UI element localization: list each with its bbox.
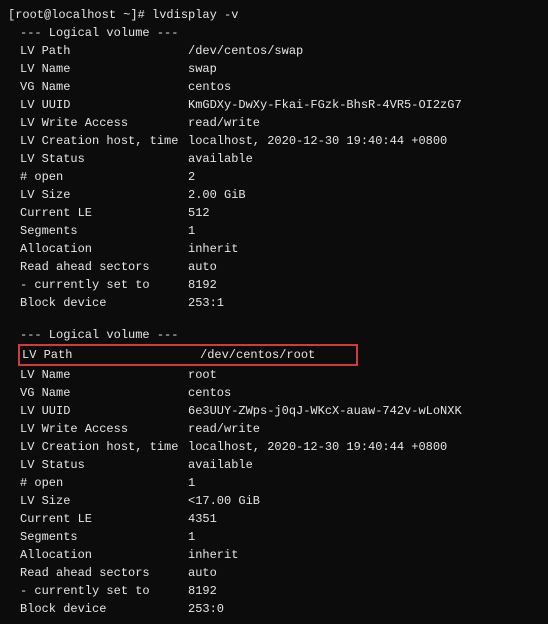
open-count: # open1	[8, 474, 540, 492]
lv-path: LV Path/dev/centos/root	[22, 346, 356, 364]
value: centos	[188, 386, 231, 400]
value: <17.00 GiB	[188, 494, 260, 508]
label: Current LE	[8, 510, 188, 528]
lv-creation: LV Creation host, time localhost, 2020-1…	[8, 132, 540, 150]
lv-uuid: LV UUIDKmGDXy-DwXy-Fkai-FGzk-BhsR-4VR5-O…	[8, 96, 540, 114]
read-ahead: Read ahead sectorsauto	[8, 564, 540, 582]
value: 6e3UUY-ZWps-j0qJ-WKcX-auaw-742v-wLoNXK	[188, 404, 462, 418]
value: read/write	[188, 116, 260, 130]
label: Read ahead sectors	[8, 564, 188, 582]
value: localhost, 2020-12-30 19:40:44 +0800	[188, 134, 447, 148]
label: - currently set to	[8, 276, 188, 294]
lv-size: LV Size2.00 GiB	[8, 186, 540, 204]
value: 2.00 GiB	[188, 188, 246, 202]
label: LV Name	[8, 60, 188, 78]
label: VG Name	[8, 78, 188, 96]
highlight-box: LV Path/dev/centos/root	[18, 344, 358, 366]
value: 253:1	[188, 296, 224, 310]
label: Segments	[8, 222, 188, 240]
lv-write-access: LV Write Accessread/write	[8, 420, 540, 438]
segments: Segments1	[8, 222, 540, 240]
value: inherit	[188, 548, 238, 562]
value: auto	[188, 566, 217, 580]
currently-set: - currently set to8192	[8, 276, 540, 294]
block-device: Block device253:0	[8, 600, 540, 618]
label: Read ahead sectors	[8, 258, 188, 276]
value: KmGDXy-DwXy-Fkai-FGzk-BhsR-4VR5-OI2zG7	[188, 98, 462, 112]
label: LV Write Access	[8, 114, 188, 132]
lv-status: LV Statusavailable	[8, 150, 540, 168]
lv-path: LV Path/dev/centos/swap	[8, 42, 540, 60]
lv-size: LV Size<17.00 GiB	[8, 492, 540, 510]
lv-name: LV Nameswap	[8, 60, 540, 78]
blank-line	[8, 312, 540, 326]
label: LV Write Access	[8, 420, 188, 438]
label: LV Status	[8, 150, 188, 168]
label: LV UUID	[8, 96, 188, 114]
allocation: Allocationinherit	[8, 546, 540, 564]
label: LV Size	[8, 492, 188, 510]
lv-name: LV Nameroot	[8, 366, 540, 384]
value: 1	[188, 224, 195, 238]
label: # open	[8, 168, 188, 186]
value: /dev/centos/swap	[188, 44, 303, 58]
value: centos	[188, 80, 231, 94]
label: LV Path	[8, 42, 188, 60]
value: 8192	[188, 584, 217, 598]
value: read/write	[188, 422, 260, 436]
value: 1	[188, 530, 195, 544]
allocation: Allocationinherit	[8, 240, 540, 258]
label: LV UUID	[8, 402, 188, 420]
value: 512	[188, 206, 210, 220]
label: Segments	[8, 528, 188, 546]
value: available	[188, 458, 253, 472]
value: localhost, 2020-12-30 19:40:44 +0800	[188, 440, 447, 454]
label: LV Size	[8, 186, 188, 204]
value: inherit	[188, 242, 238, 256]
label: Allocation	[8, 240, 188, 258]
value: 2	[188, 170, 195, 184]
label: - currently set to	[8, 582, 188, 600]
value: 253:0	[188, 602, 224, 616]
label: Current LE	[8, 204, 188, 222]
label: # open	[8, 474, 188, 492]
vg-name: VG Namecentos	[8, 384, 540, 402]
block-device: Block device253:1	[8, 294, 540, 312]
lv-uuid: LV UUID6e3UUY-ZWps-j0qJ-WKcX-auaw-742v-w…	[8, 402, 540, 420]
label: Block device	[8, 600, 188, 618]
command-prompt: [root@localhost ~]# lvdisplay -v	[8, 6, 540, 24]
label: LV Creation host, time	[8, 438, 188, 456]
lv-divider: --- Logical volume ---	[8, 326, 540, 344]
current-le: Current LE512	[8, 204, 540, 222]
label: LV Status	[8, 456, 188, 474]
read-ahead: Read ahead sectorsauto	[8, 258, 540, 276]
value: /dev/centos/root	[200, 348, 315, 362]
label: VG Name	[8, 384, 188, 402]
open-count: # open2	[8, 168, 540, 186]
label: Block device	[8, 294, 188, 312]
value: auto	[188, 260, 217, 274]
lv-creation: LV Creation host, time localhost, 2020-1…	[8, 438, 540, 456]
value: 1	[188, 476, 195, 490]
label: LV Path	[22, 346, 200, 364]
value: 4351	[188, 512, 217, 526]
lv-status: LV Statusavailable	[8, 456, 540, 474]
value: 8192	[188, 278, 217, 292]
current-le: Current LE4351	[8, 510, 540, 528]
label: LV Name	[8, 366, 188, 384]
value: swap	[188, 62, 217, 76]
lv-write-access: LV Write Accessread/write	[8, 114, 540, 132]
vg-name: VG Namecentos	[8, 78, 540, 96]
currently-set: - currently set to8192	[8, 582, 540, 600]
label: LV Creation host, time	[8, 132, 188, 150]
lv-divider: --- Logical volume ---	[8, 24, 540, 42]
value: available	[188, 152, 253, 166]
label: Allocation	[8, 546, 188, 564]
segments: Segments1	[8, 528, 540, 546]
value: root	[188, 368, 217, 382]
